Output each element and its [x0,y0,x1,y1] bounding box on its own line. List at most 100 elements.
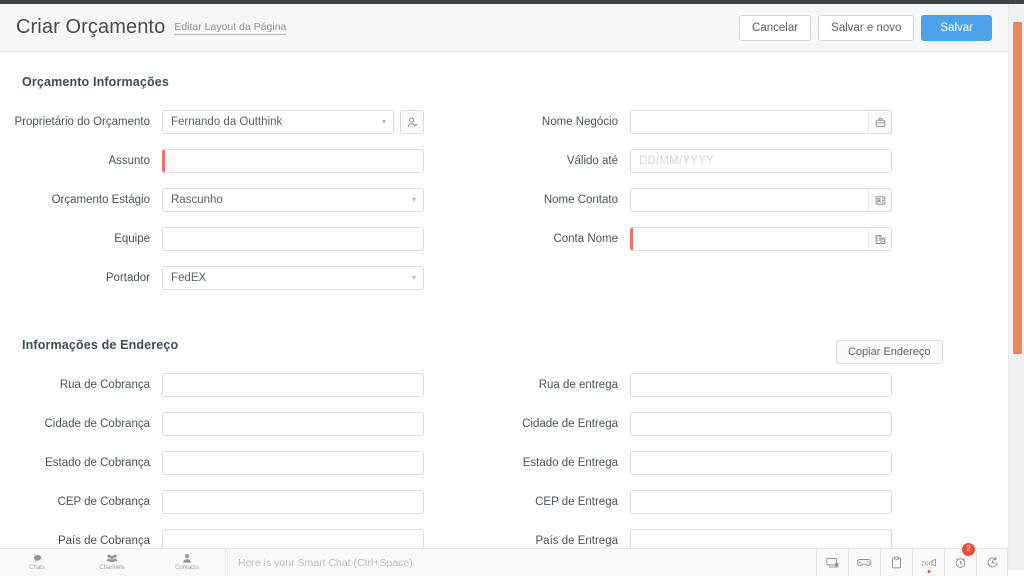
save-and-new-button[interactable]: Salvar e novo [818,14,915,41]
section-title-quote-info: Orçamento Informações [22,75,169,89]
svg-text:zoo: zoo [921,558,933,567]
team-input[interactable] [162,227,424,251]
shipping-country-input[interactable] [630,529,892,548]
field-label: Portador [105,272,150,284]
field-conta-nome: Conta Nome [468,227,892,251]
tool-zoom-meeting[interactable]: zoo [912,548,944,576]
field-label: Nome Negócio [541,116,618,128]
alarm-badge-count: 2 [962,542,975,556]
bottom-bar-tools: zoo 2 [816,542,1008,576]
billing-city-input[interactable] [162,412,424,436]
account-name-input[interactable] [630,227,868,251]
vertical-scrollbar-thumb[interactable] [1013,22,1022,354]
tool-games[interactable] [848,548,880,576]
field-label: Equipe [114,233,150,245]
billing-state-input[interactable] [162,451,424,475]
account-lookup-button[interactable] [868,227,892,251]
field-label: Orçamento Estágio [51,194,150,206]
bottom-bar: Chats Channels Contacts Here is your Sma… [0,542,1008,576]
field-estado-de-cobranca: Estado de Cobrança [0,451,424,475]
copy-address-button[interactable]: Copiar Endereço [836,340,943,364]
contact-person-icon [183,554,191,563]
deal-name-input[interactable] [630,110,868,134]
bottom-nav-label: Contacts [175,565,199,571]
billing-street-input[interactable] [162,373,424,397]
section-title-address-info: Informações de Endereço [22,338,179,352]
field-cep-de-entrega: CEP de Entrega [468,490,892,514]
tool-status-dot [927,569,930,573]
deal-lookup-button[interactable] [868,110,892,134]
person-icon [407,117,417,127]
contact-lookup-button[interactable] [868,188,892,212]
field-label: Conta Nome [553,233,618,245]
field-label: Rua de Cobrança [59,379,150,391]
field-valido-ate: Válido até [468,149,892,173]
page-header: Criar Orçamento Editar Layout da Página … [0,4,1008,52]
field-label: Rua de entrega [538,379,618,391]
field-estado-de-entrega: Estado de Entrega [468,451,892,475]
smart-chat-input[interactable]: Here is your Smart Chat (Ctrl+Space) [225,548,816,576]
gamepad-icon [857,559,872,566]
valid-until-input[interactable] [630,149,892,173]
header-actions: Cancelar Salvar e novo Salvar [739,14,992,41]
field-label: Válido até [566,155,618,167]
tool-alarm[interactable]: 2 [944,542,976,576]
owner-lookup-button[interactable] [400,110,424,134]
briefcase-icon [875,117,885,127]
shipping-city-input[interactable] [630,412,892,436]
alarm-clock-icon [955,557,966,568]
form-body: Orçamento Informações Proprietário do Or… [0,52,1008,548]
channels-icon [106,554,118,562]
carrier-select[interactable] [162,266,424,290]
bottom-nav-contacts[interactable]: Contacts [150,549,225,576]
billing-country-input[interactable] [162,529,424,548]
contact-card-icon [875,195,885,205]
field-pais-de-entrega: País de Entrega [468,529,892,548]
page-title: Criar Orçamento [16,16,166,38]
field-label: Estado de Entrega [522,457,618,469]
subject-input[interactable] [162,149,424,173]
contact-name-input[interactable] [630,188,868,212]
zoom-meeting-icon: zoo [921,558,936,567]
field-cidade-de-cobranca: Cidade de Cobrança [0,412,424,436]
vertical-scrollbar-track[interactable] [1008,4,1024,570]
bottom-nav-channels[interactable]: Channels [75,549,150,576]
field-portador: Portador ▾ [0,266,424,290]
bottom-nav-label: Chats [29,565,45,571]
field-label: Cidade de Entrega [522,418,618,430]
field-proprietario-do-orcamento: Proprietário do Orçamento ▾ [0,110,424,134]
bottom-nav-chats[interactable]: Chats [0,549,75,576]
field-equipe: Equipe [0,227,424,251]
billing-postalcode-input[interactable] [162,490,424,514]
field-label: País de Entrega [535,535,618,547]
shipping-postalcode-input[interactable] [630,490,892,514]
building-icon [875,234,885,244]
shipping-state-input[interactable] [630,451,892,475]
shipping-street-input[interactable] [630,373,892,397]
field-nome-negocio: Nome Negócio [468,110,892,134]
tool-history[interactable] [976,548,1008,576]
edit-page-layout-link[interactable]: Editar Layout da Página [174,21,287,35]
owner-select[interactable] [162,110,394,134]
app-root: Criar Orçamento Editar Layout da Página … [0,0,1024,576]
field-rua-de-entrega: Rua de entrega [468,373,892,397]
field-label: Estado de Cobrança [45,457,150,469]
clipboard-icon [891,556,902,569]
save-button[interactable]: Salvar [921,14,992,41]
screen-share-icon [825,557,838,567]
cancel-button[interactable]: Cancelar [739,14,812,41]
field-assunto: Assunto [0,149,424,173]
field-label: Assunto [108,155,150,167]
history-clock-icon [987,557,997,568]
tool-clipboard[interactable] [880,548,912,576]
field-orcamento-estagio: Orçamento Estágio ▾ [0,188,424,212]
chat-bubble-icon [33,554,41,563]
tool-screen-share[interactable] [816,548,848,576]
field-label: CEP de Cobrança [57,496,150,508]
field-rua-de-cobranca: Rua de Cobrança [0,373,424,397]
field-label: Proprietário do Orçamento [14,116,150,128]
field-pais-de-cobranca: País de Cobrança [0,529,424,548]
field-nome-contato: Nome Contato [468,188,892,212]
quote-stage-select[interactable] [162,188,424,212]
field-label: CEP de Entrega [535,496,618,508]
